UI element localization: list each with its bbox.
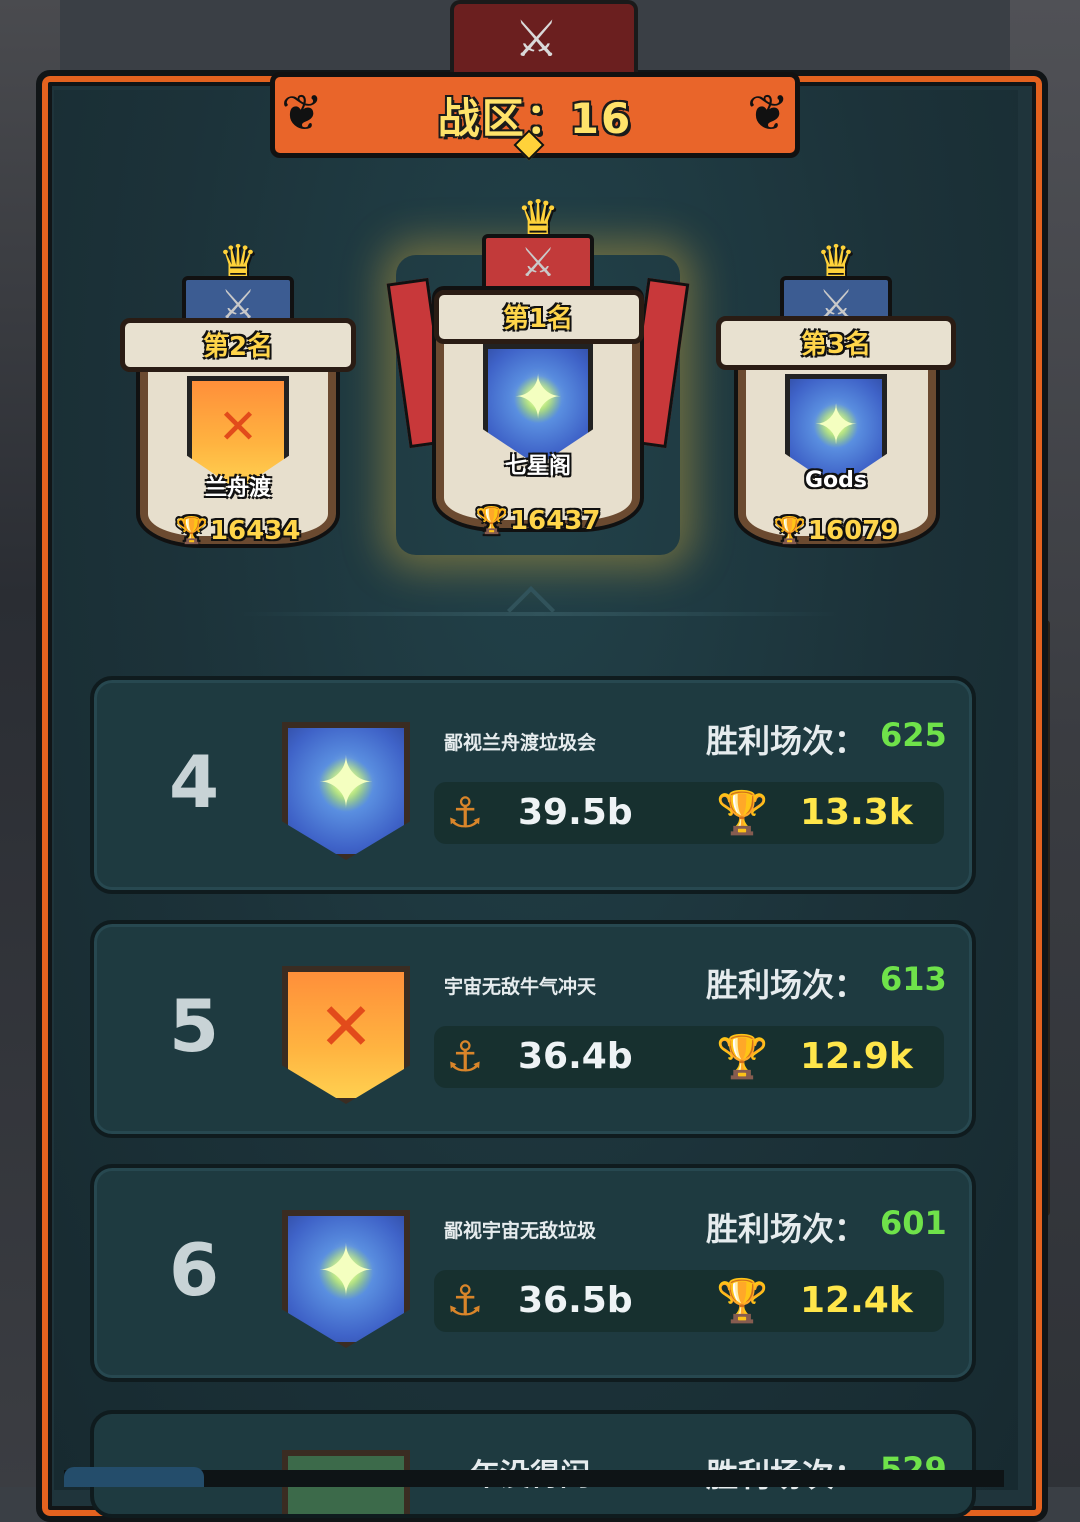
wins-value: 625 [880,716,947,754]
leaderboard-row[interactable]: 6 ✦ 鄙视宇宙无敌垃圾 胜利场次： 601 ⚓ 36.5b 🏆 12.4k [90,1164,976,1382]
row-rank: 6 [168,1228,220,1312]
guild-emblem: ✦ [282,1210,410,1348]
crossed-swords-icon: ⚔ [514,10,559,68]
banner-wing-right-icon: ❦ [747,84,789,142]
star-icon: ✦ [813,393,859,457]
star-icon: ✦ [512,363,564,434]
guild-name: Gods [804,468,867,493]
row-rank: 4 [168,740,220,824]
trophy-icon: 🏆 [716,1032,769,1081]
crossed-swords-icon: ⚔ [520,240,556,286]
cups-value: 13.3k [800,792,913,833]
row-stats: ⚓ 39.5b 🏆 13.3k [434,782,944,844]
row-stats: ⚓ 36.5b 🏆 12.4k [434,1270,944,1332]
row-rank: 5 [168,984,220,1068]
rank-label: 第1名 [502,304,574,334]
podium-card-1[interactable]: ♛ ⚔ 第1名 ✦ 七星阁 🏆16437 [386,190,690,550]
wins-label: 胜利场次： [706,1210,867,1248]
anchor-icon: ⚓ [446,1276,484,1325]
leaderboard-row[interactable]: 5 ✕ 宇宙无敌牛气冲天 胜利场次： 613 ⚓ 36.4b 🏆 12.9k [90,920,976,1138]
crossed-axes-icon: ✕ [217,398,259,455]
leaderboard-row-partial[interactable]: 一年没得闲 胜利场次： 529 [90,1410,976,1518]
power-value: 36.4b [518,1036,633,1077]
row-stats: ⚓ 36.4b 🏆 12.9k [434,1026,944,1088]
rank-label: 第3名 [800,330,872,360]
anchor-icon: ⚓ [446,788,484,837]
trophy-icon: 🏆 [716,788,769,837]
anchor-icon: ⚓ [446,1032,484,1081]
guild-name: 鄙视宇宙无敌垃圾 [444,1220,597,1242]
cups-value: 12.4k [800,1280,913,1321]
podium-card-3[interactable]: ♛ ⚔ 第3名 ✦ Gods 🏆16079 [714,236,958,556]
star-icon: ✦ [316,742,376,825]
power-value: 36.5b [518,1280,633,1321]
podium-card-2[interactable]: ♛ ⚔ 第2名 ✕ 兰舟渡 🏆16434 [118,236,358,556]
guild-name: 七星阁 [504,454,571,479]
guild-emblem: ✦ [282,722,410,860]
trophy-icon: 🏆 [716,1276,769,1325]
power-value: 39.5b [518,792,633,833]
bottom-bar [64,1470,1004,1487]
crossed-axes-icon: ✕ [318,988,374,1066]
wins-label: 胜利场次： [706,722,867,760]
guild-score: 🏆16079 [773,516,899,546]
trophy-icon: 🏆 [475,506,508,536]
guild-name: 宇宙无敌牛气冲天 [444,976,597,998]
leaderboard-row[interactable]: 4 ✦ 鄙视兰舟渡垃圾会 胜利场次： 625 ⚓ 39.5b 🏆 13.3k [90,676,976,894]
banner-wing-left-icon: ❦ [281,84,323,142]
guild-score: 🏆16437 [475,506,601,536]
guild-score: 🏆16434 [175,516,301,546]
rank-label: 第2名 [202,332,274,362]
guild-name: 兰舟渡 [204,476,271,501]
bottom-tab[interactable] [64,1467,204,1487]
trophy-icon: 🏆 [175,516,208,546]
wins-value: 613 [880,960,947,998]
wins-label: 胜利场次： [706,966,867,1004]
star-icon: ✦ [316,1230,376,1313]
trophy-icon: 🏆 [773,516,806,546]
cups-value: 12.9k [800,1036,913,1077]
wins-value: 601 [880,1204,947,1242]
guild-name: 鄙视兰舟渡垃圾会 [444,732,597,754]
top-crest: ⚔ [450,0,638,74]
guild-emblem: ✕ [282,966,410,1104]
